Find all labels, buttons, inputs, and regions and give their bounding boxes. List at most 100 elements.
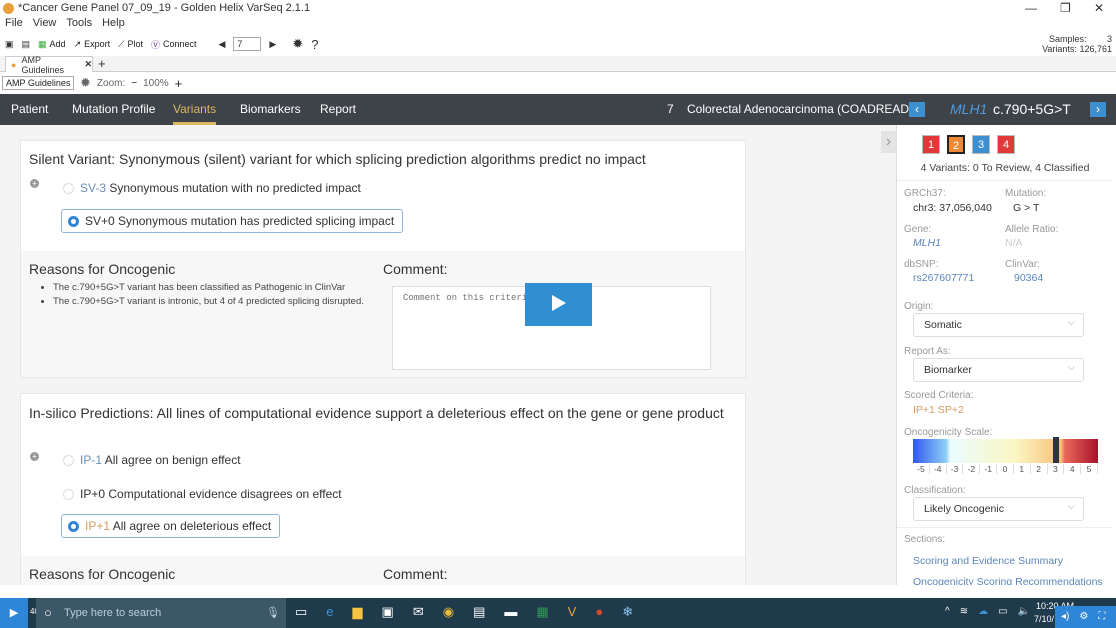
battery-icon[interactable]: ▭ (998, 606, 1007, 617)
chrome-icon[interactable]: ◉ (443, 604, 454, 620)
zoom-out-button[interactable]: − (131, 78, 137, 89)
play-icon (551, 295, 566, 311)
reasons-title: Reasons for Oncogenic (29, 566, 176, 582)
tab-close-icon[interactable]: ✕ (84, 59, 92, 70)
menu-help[interactable]: Help (102, 17, 125, 32)
menu-view[interactable]: View (33, 17, 57, 32)
option-ip-1[interactable]: IP-1 All agree on benign effect (63, 453, 241, 467)
onedrive-icon[interactable]: ☁ (978, 606, 988, 617)
tab-amp-guidelines[interactable]: ● AMP Guidelines ✕ (5, 55, 93, 75)
option-sv+0[interactable]: SV+0 Synonymous mutation has predicted s… (61, 209, 404, 233)
excel-icon[interactable]: ▦ (536, 604, 548, 620)
settings-icon[interactable]: ✹ (292, 36, 303, 52)
origin-select[interactable]: Somatic (913, 312, 1084, 337)
cortana-icon[interactable]: ○ (44, 605, 52, 620)
prev-page-icon[interactable]: ◀ (219, 39, 226, 50)
tab-biomarkers[interactable]: Biomarkers (240, 102, 301, 116)
next-page-icon[interactable]: ▶ (269, 39, 276, 50)
report-as-select[interactable]: Biomarker (913, 357, 1084, 382)
option-ip+0[interactable]: IP+0 Computational evidence disagrees on… (63, 487, 342, 501)
save-icon[interactable]: ▣ (5, 39, 14, 50)
tab-variants[interactable]: Variants (173, 102, 217, 125)
gene-link[interactable]: MLH1 (913, 237, 941, 249)
gene-name: MLH1 (950, 101, 988, 117)
radio[interactable] (63, 488, 74, 500)
insilico-title: In-silico Predictions: (29, 405, 154, 421)
scale-marker[interactable] (1052, 437, 1059, 463)
minimize-button[interactable]: — (1025, 0, 1037, 17)
mail-icon[interactable]: ✉ (413, 604, 424, 620)
wifi-icon[interactable]: ≋ (960, 606, 968, 617)
scale-tick: 3 (1048, 464, 1065, 474)
store-icon[interactable]: ▣ (382, 604, 394, 620)
maximize-button[interactable]: ❐ (1060, 0, 1071, 17)
dbsnp-link[interactable]: rs267607771 (913, 272, 974, 284)
file-explorer-icon[interactable]: ▆ (353, 604, 363, 620)
page-select[interactable]: 7 (233, 37, 262, 51)
expand-icon[interactable]: + (30, 179, 39, 188)
plot-button[interactable]: ⟋ Plot (118, 39, 143, 50)
prev-variant-button[interactable]: ‹ (909, 102, 925, 117)
settings-icon[interactable]: ⚙ (1079, 606, 1088, 628)
option-code: SV+0 (85, 214, 115, 228)
open-icon[interactable]: ▤ (22, 39, 31, 50)
tab-report[interactable]: Report (320, 102, 356, 116)
section-link[interactable]: Oncogenicity Scoring Recommendations (913, 576, 1103, 585)
variant-button-3[interactable]: 3 (972, 135, 990, 154)
radio-selected[interactable] (68, 520, 79, 532)
powerpoint-icon[interactable]: ● (595, 604, 603, 620)
classification-select[interactable]: Likely Oncogenic (913, 496, 1084, 521)
task-view-icon[interactable]: ▭ (295, 604, 307, 620)
connect-button[interactable]: Ⓥ Connect (151, 38, 197, 51)
variant-button-4[interactable]: 4 (997, 135, 1015, 154)
zoom-value: 100% (143, 77, 169, 89)
edge-icon[interactable]: e (326, 604, 333, 620)
scale-tick: -5 (913, 464, 930, 474)
radio[interactable] (63, 182, 74, 194)
tab-mutation-profile[interactable]: Mutation Profile (72, 102, 155, 116)
volume-icon[interactable]: 🔈 (1018, 606, 1030, 617)
connect-icon: Ⓥ (150, 39, 160, 50)
volume-icon[interactable]: ◂) (1061, 606, 1069, 628)
main-nav: Patient Mutation Profile Variants Biomar… (0, 94, 1116, 125)
gear-icon[interactable]: ✹ (80, 75, 91, 91)
plot-icon: ⟋ (118, 38, 125, 49)
chevron-up-icon[interactable]: ^ (945, 606, 950, 617)
variant-summary: 4 Variants: 0 To Review, 4 Classified (920, 162, 1090, 174)
option-sv-3[interactable]: SV-3 Synonymous mutation with no predict… (63, 181, 361, 195)
terminal-icon[interactable]: ▬ (504, 604, 517, 620)
close-button[interactable]: ✕ (1094, 0, 1104, 17)
export-button[interactable]: ↗ Export (74, 39, 111, 50)
menu-file[interactable]: File (5, 17, 23, 32)
variant-button-2[interactable]: 2 (947, 135, 965, 154)
zoom-in-button[interactable]: + (175, 76, 183, 91)
tab-patient[interactable]: Patient (11, 102, 48, 116)
collapse-panel-button[interactable]: › (881, 131, 896, 153)
menu-tools[interactable]: Tools (66, 17, 92, 32)
microphone-icon[interactable]: 🎙 (266, 598, 280, 628)
samples-label: Samples: (1048, 34, 1087, 44)
help-icon[interactable]: ? (311, 37, 318, 52)
clock-date[interactable]: 7/10/ (1034, 614, 1054, 624)
variant-panel: 1234 4 Variants: 0 To Review, 4 Classifi… (896, 125, 1112, 585)
add-button[interactable]: ▦ Add (38, 39, 66, 50)
app-icon[interactable]: ▤ (473, 604, 485, 620)
varseq-icon[interactable]: V (568, 604, 577, 620)
expand-icon[interactable]: + (30, 452, 39, 461)
section-link[interactable]: Scoring and Evidence Summary (913, 555, 1063, 567)
new-tab-button[interactable]: + (98, 56, 106, 71)
fullscreen-icon[interactable]: ⛶ (1098, 606, 1105, 628)
sample-counts: Samples: 3 Variants: 126,761 (1042, 34, 1112, 54)
taskbar-search[interactable]: Type here to search 🎙 (36, 598, 286, 628)
next-variant-button[interactable]: › (1090, 102, 1106, 117)
radio-selected[interactable] (68, 215, 79, 227)
view-select[interactable]: AMP Guidelines (2, 76, 74, 90)
snowflake-icon[interactable]: ❄ (622, 604, 633, 620)
video-play-button[interactable] (525, 283, 592, 326)
radio[interactable] (63, 454, 74, 466)
start-button[interactable]: ▶ (0, 598, 28, 628)
toolbar: ▣ ▤ ▦ Add ↗ Export ⟋ Plot Ⓥ Connect ◀ 7 ▶ ✹? (0, 34, 1116, 54)
clinvar-link[interactable]: 90364 (1014, 272, 1043, 284)
variant-button-1[interactable]: 1 (922, 135, 940, 154)
option-ip+1[interactable]: IP+1 All agree on deleterious effect (61, 514, 281, 538)
